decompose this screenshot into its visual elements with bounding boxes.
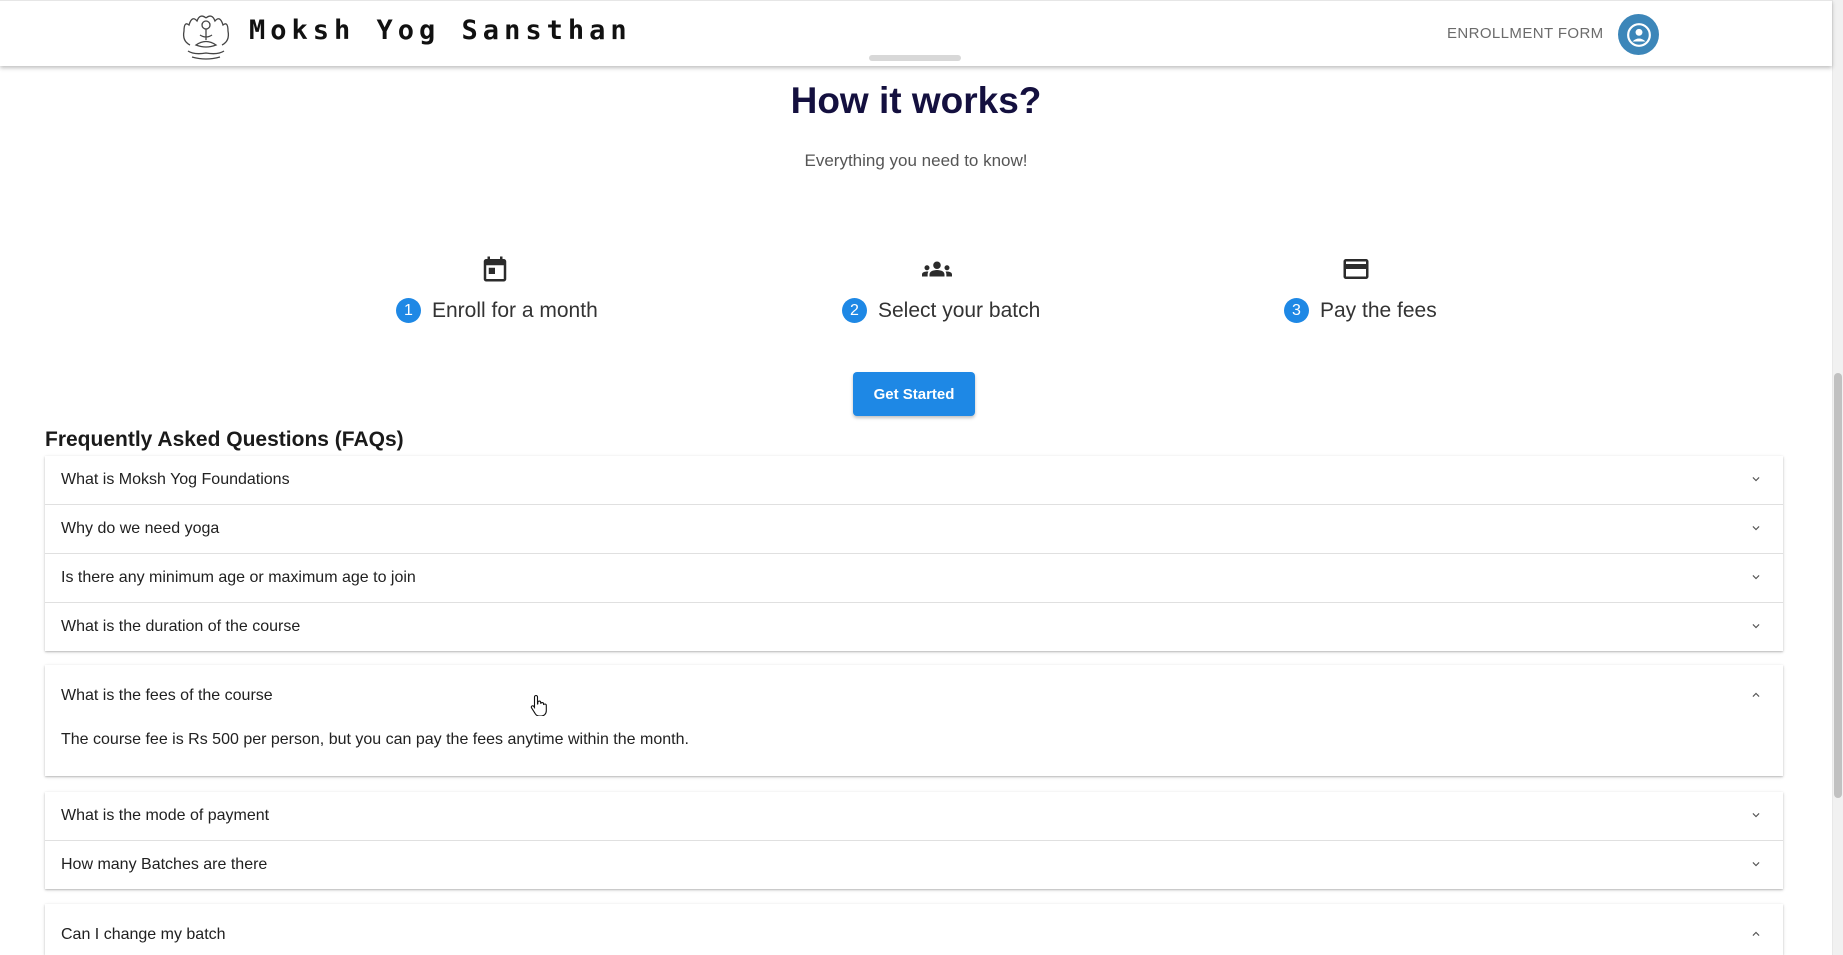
lotus-meditation-icon[interactable] <box>180 13 232 63</box>
faq-accordion-group: What is Moksh Yog Foundations Why do we … <box>45 456 1783 651</box>
chevron-down-icon[interactable] <box>1749 857 1763 871</box>
step-label: Pay the fees <box>1320 298 1437 322</box>
faq-question[interactable]: What is the fees of the course <box>61 687 273 705</box>
step-number-badge: 3 <box>1284 298 1309 323</box>
faq-question[interactable]: What is the duration of the course <box>61 618 300 636</box>
page-scrollbar-thumb[interactable] <box>1834 373 1842 798</box>
credit-card-icon <box>1343 259 1369 279</box>
group-icon <box>922 261 952 277</box>
faq-question[interactable]: Is there any minimum age or maximum age … <box>61 569 416 587</box>
faq-item-expanded[interactable]: Can I change my batch <box>45 904 1783 955</box>
get-started-button[interactable]: Get Started <box>853 372 975 416</box>
faq-expanded-item: What is the fees of the course The cours… <box>45 665 1783 776</box>
chevron-down-icon[interactable] <box>1749 808 1763 822</box>
account-avatar-button[interactable] <box>1618 14 1659 55</box>
faq-item[interactable]: What is the mode of payment <box>45 792 1783 841</box>
faq-item[interactable]: Why do we need yoga <box>45 505 1783 554</box>
faq-question[interactable]: What is Moksh Yog Foundations <box>61 471 290 489</box>
how-it-works-heading: How it works? <box>790 80 1042 121</box>
faq-item[interactable]: Is there any minimum age or maximum age … <box>45 554 1783 603</box>
faq-question[interactable]: How many Batches are there <box>61 856 267 874</box>
chevron-down-icon[interactable] <box>1749 570 1763 584</box>
step-number-badge: 1 <box>396 298 421 323</box>
calendar-icon <box>483 256 507 282</box>
step-label: Enroll for a month <box>432 298 598 322</box>
faq-heading: Frequently Asked Questions (FAQs) <box>45 428 404 451</box>
faq-item[interactable]: How many Batches are there <box>45 841 1783 889</box>
chevron-up-icon[interactable] <box>1749 688 1763 702</box>
enrollment-form-link[interactable]: ENROLLMENT FORM <box>1447 25 1604 42</box>
faq-question[interactable]: Why do we need yoga <box>61 520 219 538</box>
chevron-up-icon[interactable] <box>1749 927 1763 941</box>
account-circle-icon <box>1626 22 1651 47</box>
faq-item[interactable]: What is Moksh Yog Foundations <box>45 456 1783 505</box>
brand-title[interactable]: Moksh Yog Sansthan <box>249 15 632 46</box>
chevron-down-icon[interactable] <box>1749 619 1763 633</box>
hand-pointer-cursor-icon <box>530 694 547 716</box>
faq-item-expanded[interactable]: What is the fees of the course The cours… <box>45 665 1783 776</box>
faq-question[interactable]: What is the mode of payment <box>61 807 269 825</box>
chevron-down-icon[interactable] <box>1749 521 1763 535</box>
faq-answer: The course fee is Rs 500 per person, but… <box>61 731 689 748</box>
faq-accordion-group: What is the mode of payment How many Bat… <box>45 792 1783 889</box>
how-it-works-subtitle: Everything you need to know! <box>804 151 1028 170</box>
faq-expanded-item: Can I change my batch <box>45 904 1783 955</box>
faq-question[interactable]: Can I change my batch <box>61 926 226 944</box>
faq-item[interactable]: What is the duration of the course <box>45 603 1783 651</box>
step-number-badge: 2 <box>842 298 867 323</box>
scroll-indicator <box>869 55 961 61</box>
chevron-down-icon[interactable] <box>1749 472 1763 486</box>
step-label: Select your batch <box>878 298 1041 322</box>
